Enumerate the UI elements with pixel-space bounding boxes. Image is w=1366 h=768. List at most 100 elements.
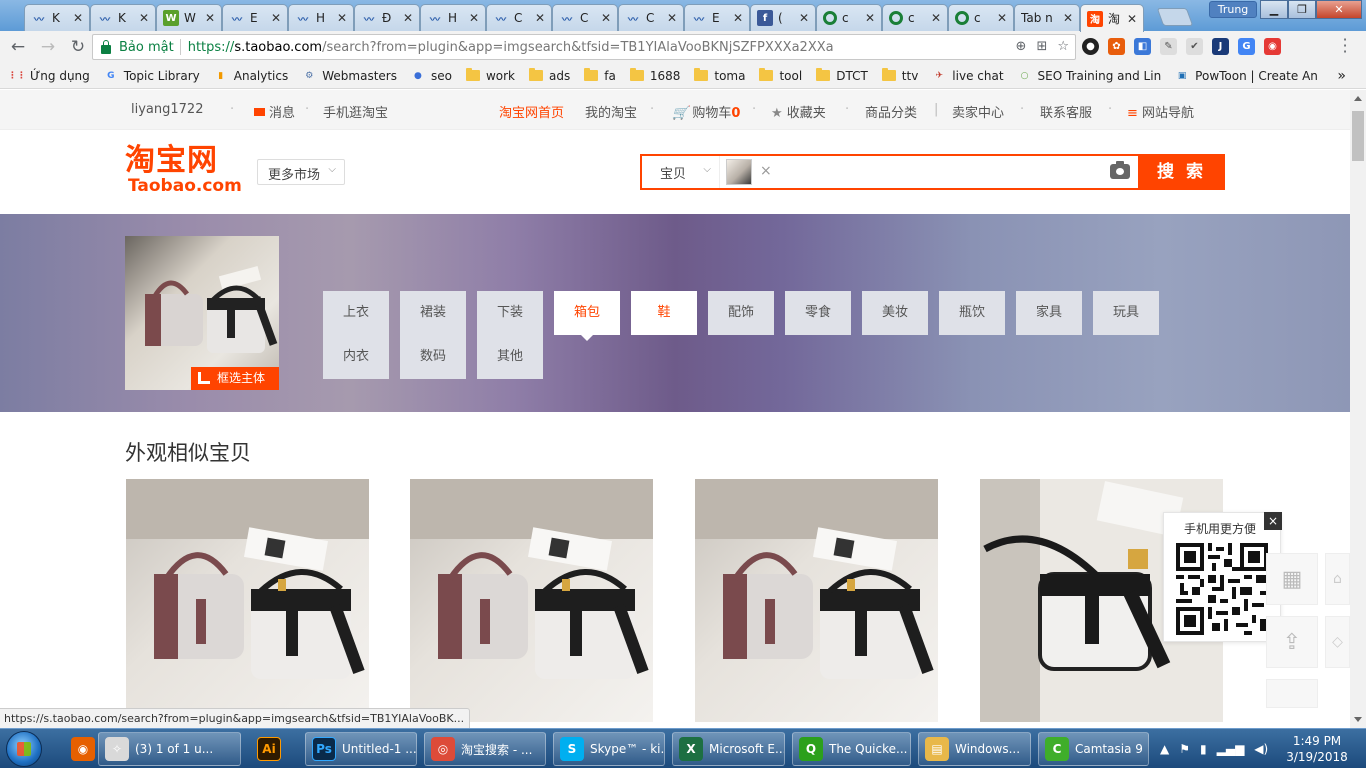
search-type-select[interactable]: 宝贝 ⌵	[642, 156, 720, 188]
qr-toggle-icon[interactable]: ▦	[1266, 553, 1318, 605]
taskbar-item[interactable]: Ps Untitled-1 ...	[305, 732, 417, 766]
tray-expand-icon[interactable]: ▲	[1160, 742, 1169, 756]
tab-close-icon[interactable]: ✕	[733, 11, 743, 25]
extension-grid-icon[interactable]: ◧	[1134, 38, 1151, 55]
tab-close-icon[interactable]: ✕	[931, 11, 941, 25]
browser-tab[interactable]: c ✕	[882, 4, 948, 31]
bookmark-item[interactable]: ⋮⋮ Ứng dụng	[8, 69, 90, 83]
category-tab[interactable]: 其他	[477, 335, 543, 379]
taobao-logo[interactable]: 淘宝网 Taobao.com	[125, 145, 243, 197]
zoom-icon[interactable]: ⊕	[1016, 39, 1027, 54]
bookmark-item[interactable]: work	[465, 68, 515, 83]
site-nav-link[interactable]: ≡ 网站导航	[1127, 102, 1194, 121]
category-tab[interactable]: 裙装	[400, 291, 466, 335]
power-icon[interactable]: ▮	[1200, 742, 1207, 756]
browser-tab[interactable]: Tab n ✕	[1014, 4, 1080, 31]
taskbar-item[interactable]: C Camtasia 9	[1038, 732, 1149, 766]
side-tool-icon[interactable]	[1266, 679, 1318, 708]
tab-close-icon[interactable]: ✕	[601, 11, 611, 25]
product-card[interactable]	[126, 479, 369, 722]
extension-taobao-icon[interactable]: ✿	[1108, 38, 1125, 55]
category-tab[interactable]: 鞋	[631, 291, 697, 335]
back-button[interactable]: ←	[6, 35, 30, 59]
categories-link[interactable]: 商品分类	[865, 102, 917, 121]
volume-icon[interactable]: ◀)	[1254, 742, 1268, 756]
tab-close-icon[interactable]: ✕	[205, 11, 215, 25]
tab-close-icon[interactable]: ✕	[271, 11, 281, 25]
start-button[interactable]	[6, 731, 42, 767]
bookmark-item[interactable]: DTCT	[816, 68, 868, 83]
browser-tab[interactable]: W W ✕	[156, 4, 222, 31]
tab-close-icon[interactable]: ✕	[997, 11, 1007, 25]
taskbar-item[interactable]: S Skype™ - ki...	[553, 732, 665, 766]
mobile-link[interactable]: 手机逛淘宝	[323, 102, 388, 121]
share-icon[interactable]: ⇪	[1266, 616, 1318, 668]
tab-close-icon[interactable]: ✕	[667, 11, 677, 25]
taskbar-item[interactable]: ✧ (3) 1 of 1 u...	[98, 732, 241, 766]
clock[interactable]: 1:49 PM 3/19/2018	[1282, 733, 1352, 765]
scroll-up-icon[interactable]	[1354, 96, 1362, 101]
bookmark-item[interactable]: ○ SEO Training and Lin	[1018, 69, 1162, 83]
browser-tab[interactable]: c ✕	[816, 4, 882, 31]
bookmark-star-icon[interactable]: ☆	[1057, 39, 1069, 54]
flag-icon[interactable]: ⚑	[1179, 742, 1190, 756]
browser-tab[interactable]: c ✕	[948, 4, 1014, 31]
browser-tab[interactable]: 〰 H ✕	[288, 4, 354, 31]
search-button[interactable]: 搜 索	[1138, 154, 1225, 190]
taskbar-item[interactable]: Q The Quicke...	[792, 732, 911, 766]
minimize-button[interactable]: ▁	[1260, 0, 1288, 19]
translate-icon[interactable]: ⊞	[1036, 39, 1047, 54]
support-link[interactable]: 联系客服	[1040, 102, 1092, 121]
browser-tab[interactable]: 〰 C ✕	[486, 4, 552, 31]
browser-tab[interactable]: 淘淘 ✕	[1080, 4, 1144, 32]
extension-j-icon[interactable]: J	[1212, 38, 1229, 55]
tab-close-icon[interactable]: ✕	[337, 11, 347, 25]
side-tool-partial-icon[interactable]: ◇	[1325, 616, 1350, 668]
category-tab[interactable]: 下装	[477, 291, 543, 335]
bookmark-item[interactable]: fa	[584, 68, 616, 83]
tab-close-icon[interactable]: ✕	[799, 11, 809, 25]
category-tab[interactable]: 上衣	[323, 291, 389, 335]
restore-button[interactable]: ❐	[1288, 0, 1316, 19]
browser-menu-icon[interactable]: · · ·	[1340, 32, 1350, 60]
seller-center-link[interactable]: 卖家中心	[952, 102, 1004, 121]
browser-tab[interactable]: 〰 C ✕	[618, 4, 684, 31]
browser-tab[interactable]: 〰 K ✕	[24, 4, 90, 31]
browser-tab[interactable]: f (✕	[750, 4, 816, 31]
new-tab-button[interactable]	[1156, 8, 1194, 26]
username-link[interactable]: liyang1722	[131, 102, 203, 117]
category-tab[interactable]: 箱包	[554, 291, 620, 335]
vertical-scrollbar[interactable]	[1350, 90, 1366, 728]
bookmark-item[interactable]: 1688	[629, 68, 680, 83]
window-close-button[interactable]: ✕	[1316, 0, 1362, 19]
search-box[interactable]: 宝贝 ⌵ ×	[640, 154, 1138, 190]
bookmark-item[interactable]: ● seo	[411, 69, 452, 83]
browser-tab[interactable]: 〰 K ✕	[90, 4, 156, 31]
product-card[interactable]	[410, 479, 653, 722]
taskbar-item[interactable]: ▤ Windows...	[918, 732, 1031, 766]
category-tab[interactable]: 美妆	[862, 291, 928, 335]
network-icon[interactable]: ▂▄▆	[1217, 742, 1245, 756]
address-bar[interactable]: Bảo mật https://s.taobao.com/search?from…	[92, 34, 1076, 60]
category-tab[interactable]: 瓶饮	[939, 291, 1005, 335]
crop-subject-button[interactable]: 框选主体	[191, 367, 279, 390]
tab-close-icon[interactable]: ✕	[1063, 11, 1073, 25]
bookmark-item[interactable]: ttv	[881, 68, 918, 83]
category-tab[interactable]: 家具	[1016, 291, 1082, 335]
profile-button[interactable]: Trung	[1209, 1, 1257, 18]
extension-record-icon[interactable]: ◉	[1264, 38, 1281, 55]
scroll-thumb[interactable]	[1352, 111, 1364, 161]
camera-icon[interactable]	[1110, 161, 1130, 179]
qr-close-button[interactable]: ×	[1264, 512, 1282, 530]
tab-close-icon[interactable]: ✕	[139, 11, 149, 25]
extension-camera-icon[interactable]: ●	[1082, 38, 1099, 55]
bookmark-item[interactable]: ▮ Analytics	[214, 69, 288, 83]
side-tool-partial-icon[interactable]: ⌂	[1325, 553, 1350, 605]
taskbar-item[interactable]: ◎ 淘宝搜索 - ...	[424, 732, 546, 766]
extension-check-icon[interactable]: ✔	[1186, 38, 1203, 55]
product-card[interactable]	[695, 479, 938, 722]
bookmark-item[interactable]: toma	[694, 68, 745, 83]
tab-close-icon[interactable]: ✕	[73, 11, 83, 25]
extension-pen-icon[interactable]: ✎	[1160, 38, 1177, 55]
messages-link[interactable]: 消息	[254, 102, 295, 121]
